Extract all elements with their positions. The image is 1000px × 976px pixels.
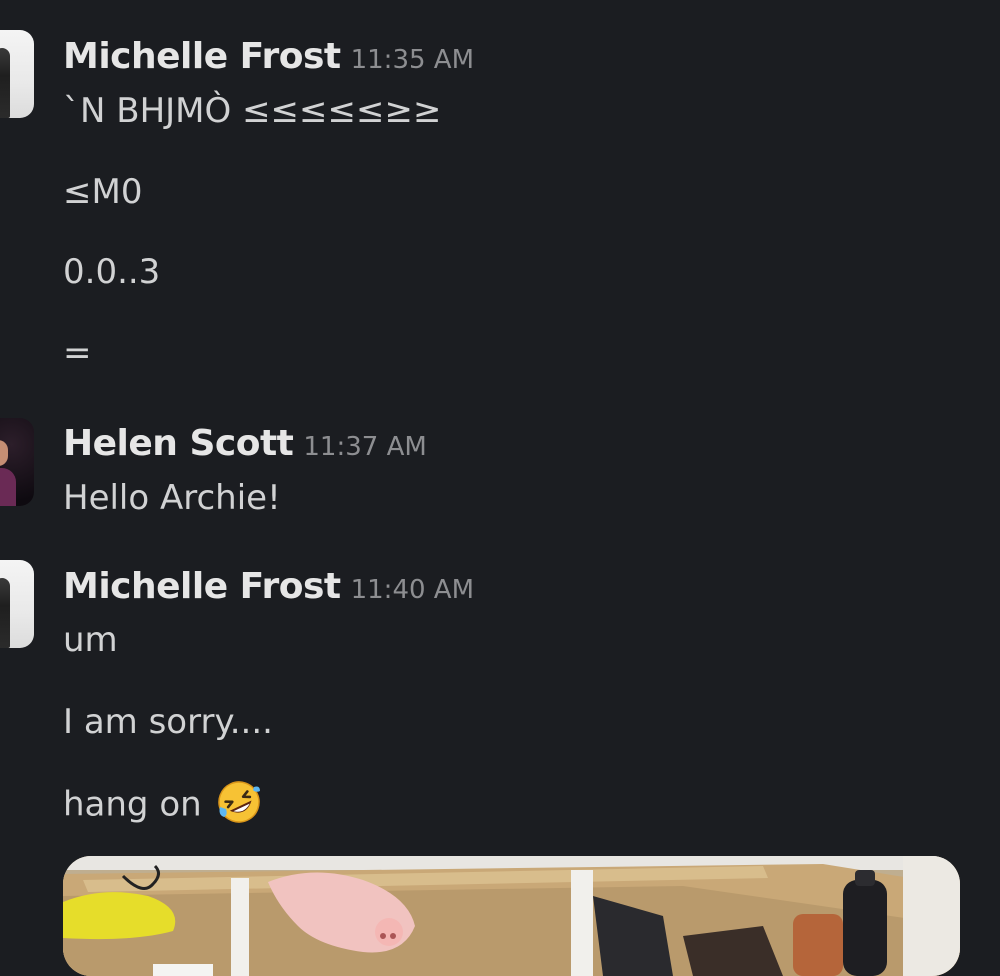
sender-name[interactable]: Michelle Frost: [63, 566, 341, 607]
avatar-figure: [0, 468, 16, 506]
message-line: 0.0..3: [63, 252, 161, 292]
message-header: Michelle Frost 11:35 AM: [63, 36, 474, 77]
avatar[interactable]: [0, 30, 34, 118]
message-line: Hello Archie!: [63, 478, 281, 518]
sender-name[interactable]: Helen Scott: [63, 423, 294, 464]
attached-photo[interactable]: [63, 856, 960, 976]
timestamp[interactable]: 11:35 AM: [351, 45, 474, 75]
message-line: ≤M0: [63, 172, 143, 212]
photo-content: [63, 856, 960, 976]
timestamp[interactable]: 11:40 AM: [351, 575, 474, 605]
avatar-face: [0, 440, 8, 466]
avatar-figure: [0, 48, 10, 118]
message-line-with-emoji: hang on: [63, 781, 262, 829]
sender-name[interactable]: Michelle Frost: [63, 36, 341, 77]
message-line: um: [63, 620, 118, 660]
avatar-figure: [0, 578, 10, 648]
rolling-on-floor-laughing-icon[interactable]: [216, 779, 262, 825]
timestamp[interactable]: 11:37 AM: [303, 432, 426, 462]
message-line: `N BHJMÒ ≤≤≤≤≤≥≥: [63, 91, 442, 131]
message-line: I am sorry....: [63, 702, 273, 742]
avatar[interactable]: [0, 418, 34, 506]
message-text: hang on: [63, 784, 202, 825]
message-header: Michelle Frost 11:40 AM: [63, 566, 474, 607]
message-header: Helen Scott 11:37 AM: [63, 423, 427, 464]
message-line: =: [63, 333, 92, 373]
avatar[interactable]: [0, 560, 34, 648]
